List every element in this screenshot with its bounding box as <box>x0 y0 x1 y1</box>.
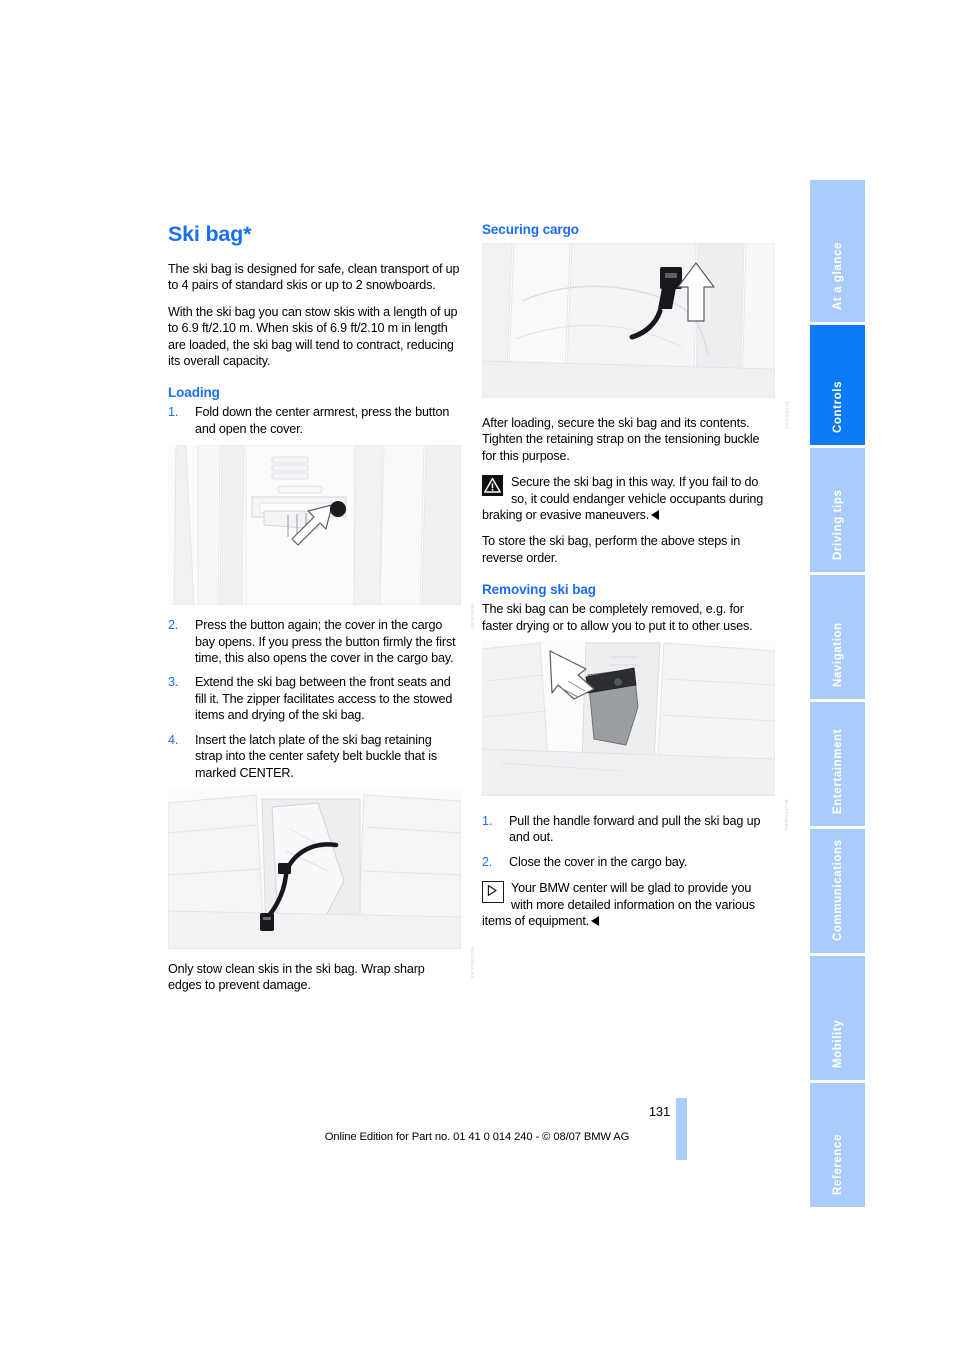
ski-bag-removal-svg <box>482 641 775 797</box>
sidebar-tab-label: Entertainment <box>831 728 844 814</box>
sidebar-tab-communications[interactable]: Communications <box>810 829 865 953</box>
securing-cargo-text: After loading, secure the ski bag and it… <box>482 416 760 463</box>
closing-paragraph: Only stow clean skis in the ski bag. Wra… <box>168 961 425 993</box>
securing-cargo-heading: Securing cargo <box>482 222 579 237</box>
figure-code: KNJFOE3AB <box>784 401 789 430</box>
loading-steps-part-2: 2. Press the button again; the cover in … <box>168 617 461 781</box>
step-number: 2. <box>482 854 493 869</box>
sidebar-tab-label: Communications <box>831 839 844 941</box>
removing-steps: 1. Pull the handle forward and pull the … <box>482 813 775 870</box>
warning-notice: Secure the ski bag in this way. If you f… <box>482 474 775 523</box>
step-text: Press the button again; the cover in the… <box>195 618 456 666</box>
left-column: Ski bag* The ski bag is designed for saf… <box>168 222 475 1004</box>
tensioning-buckle-illustration: KNJFOE3AB <box>482 243 789 429</box>
warning-triangle-svg <box>484 478 501 493</box>
list-item: 1. Fold down the center armrest, press t… <box>168 404 461 437</box>
step-text: Pull the handle forward and pull the ski… <box>509 814 761 845</box>
manual-page: Ski bag* The ski bag is designed for saf… <box>0 0 954 1350</box>
removing-ski-bag-heading: Removing ski bag <box>482 582 596 598</box>
sidebar-tab-at-a-glance[interactable]: At a glance <box>810 180 865 322</box>
list-item: 1. Pull the handle forward and pull the … <box>482 813 775 846</box>
end-of-section-marker <box>651 510 660 521</box>
sidebar-tab-controls[interactable]: Controls <box>810 325 865 445</box>
loading-steps-part-1: 1. Fold down the center armrest, press t… <box>168 404 461 437</box>
sidebar-tab-label: Mobility <box>831 1019 844 1068</box>
step-number: 1. <box>168 405 179 420</box>
right-column: Securing cargo KNJFOE3AB After loading, … <box>482 222 789 940</box>
step-text: Fold down the center armrest, press the … <box>195 405 450 436</box>
sidebar-tab-label: Navigation <box>831 622 844 687</box>
intro-paragraph-1: The ski bag is designed for safe, clean … <box>168 262 460 293</box>
step-number: 3. <box>168 675 179 690</box>
page-title: Ski bag* <box>168 222 252 246</box>
tensioning-buckle-svg <box>482 243 775 398</box>
warning-text: Secure the ski bag in this way. If you f… <box>482 475 764 523</box>
list-item: 2. Press the button again; the cover in … <box>168 617 461 666</box>
armrest-button-svg <box>168 445 461 606</box>
chapter-tab-rail: At a glance Controls Driving tips Naviga… <box>810 180 865 1207</box>
sidebar-tab-driving-tips[interactable]: Driving tips <box>810 448 865 572</box>
armrest-button-illustration: KNJFOE3A <box>168 445 475 628</box>
store-text: To store the ski bag, perform the above … <box>482 534 741 565</box>
sidebar-tab-mobility[interactable]: Mobility <box>810 956 865 1080</box>
removing-ski-bag-text: The ski bag can be completely removed, e… <box>482 602 753 633</box>
sidebar-tab-reference[interactable]: Reference <box>810 1083 865 1207</box>
info-triangle-icon <box>482 881 504 904</box>
ski-bag-removal-illustration: KNJFOE37AB <box>482 641 789 830</box>
intro-paragraph-2: With the ski bag you can stow skis with … <box>168 304 458 369</box>
page-number: 131 <box>648 1104 670 1119</box>
sidebar-tab-label: Driving tips <box>831 489 844 560</box>
play-triangle-svg <box>487 885 497 897</box>
step-number: 4. <box>168 732 179 747</box>
sidebar-tab-entertainment[interactable]: Entertainment <box>810 702 865 826</box>
list-item: 2. Close the cover in the cargo bay. <box>482 854 775 870</box>
sidebar-tab-label: Reference <box>831 1133 844 1195</box>
figure-code: KNJFOE27AB <box>470 946 475 978</box>
sidebar-tab-label: Controls <box>831 380 844 433</box>
loading-heading: Loading <box>168 385 220 401</box>
step-number: 1. <box>482 814 493 829</box>
warning-triangle-icon <box>482 475 503 497</box>
step-number: 2. <box>168 618 179 633</box>
ski-bag-strap-svg <box>168 788 461 949</box>
sidebar-tab-navigation[interactable]: Navigation <box>810 575 865 699</box>
end-of-section-marker <box>591 916 600 927</box>
figure-code: KNJFOE37AB <box>784 799 789 831</box>
list-item: 3. Extend the ski bag between the front … <box>168 674 461 723</box>
figure-code: KNJFOE3A <box>470 603 475 629</box>
list-item: 4. Insert the latch plate of the ski bag… <box>168 732 461 781</box>
footer-text: Online Edition for Part no. 01 41 0 014 … <box>324 1131 630 1143</box>
sidebar-tab-label: At a glance <box>831 242 844 310</box>
info-notice: Your BMW center will be glad to provide … <box>482 880 775 929</box>
step-text: Extend the ski bag between the front sea… <box>195 675 453 723</box>
ski-bag-strap-illustration: KNJFOE27AB <box>168 788 475 978</box>
footer-accent-bar <box>676 1098 687 1160</box>
step-text: Insert the latch plate of the ski bag re… <box>195 732 438 780</box>
step-text: Close the cover in the cargo bay. <box>509 854 688 869</box>
info-text: Your BMW center will be glad to provide … <box>482 881 755 929</box>
